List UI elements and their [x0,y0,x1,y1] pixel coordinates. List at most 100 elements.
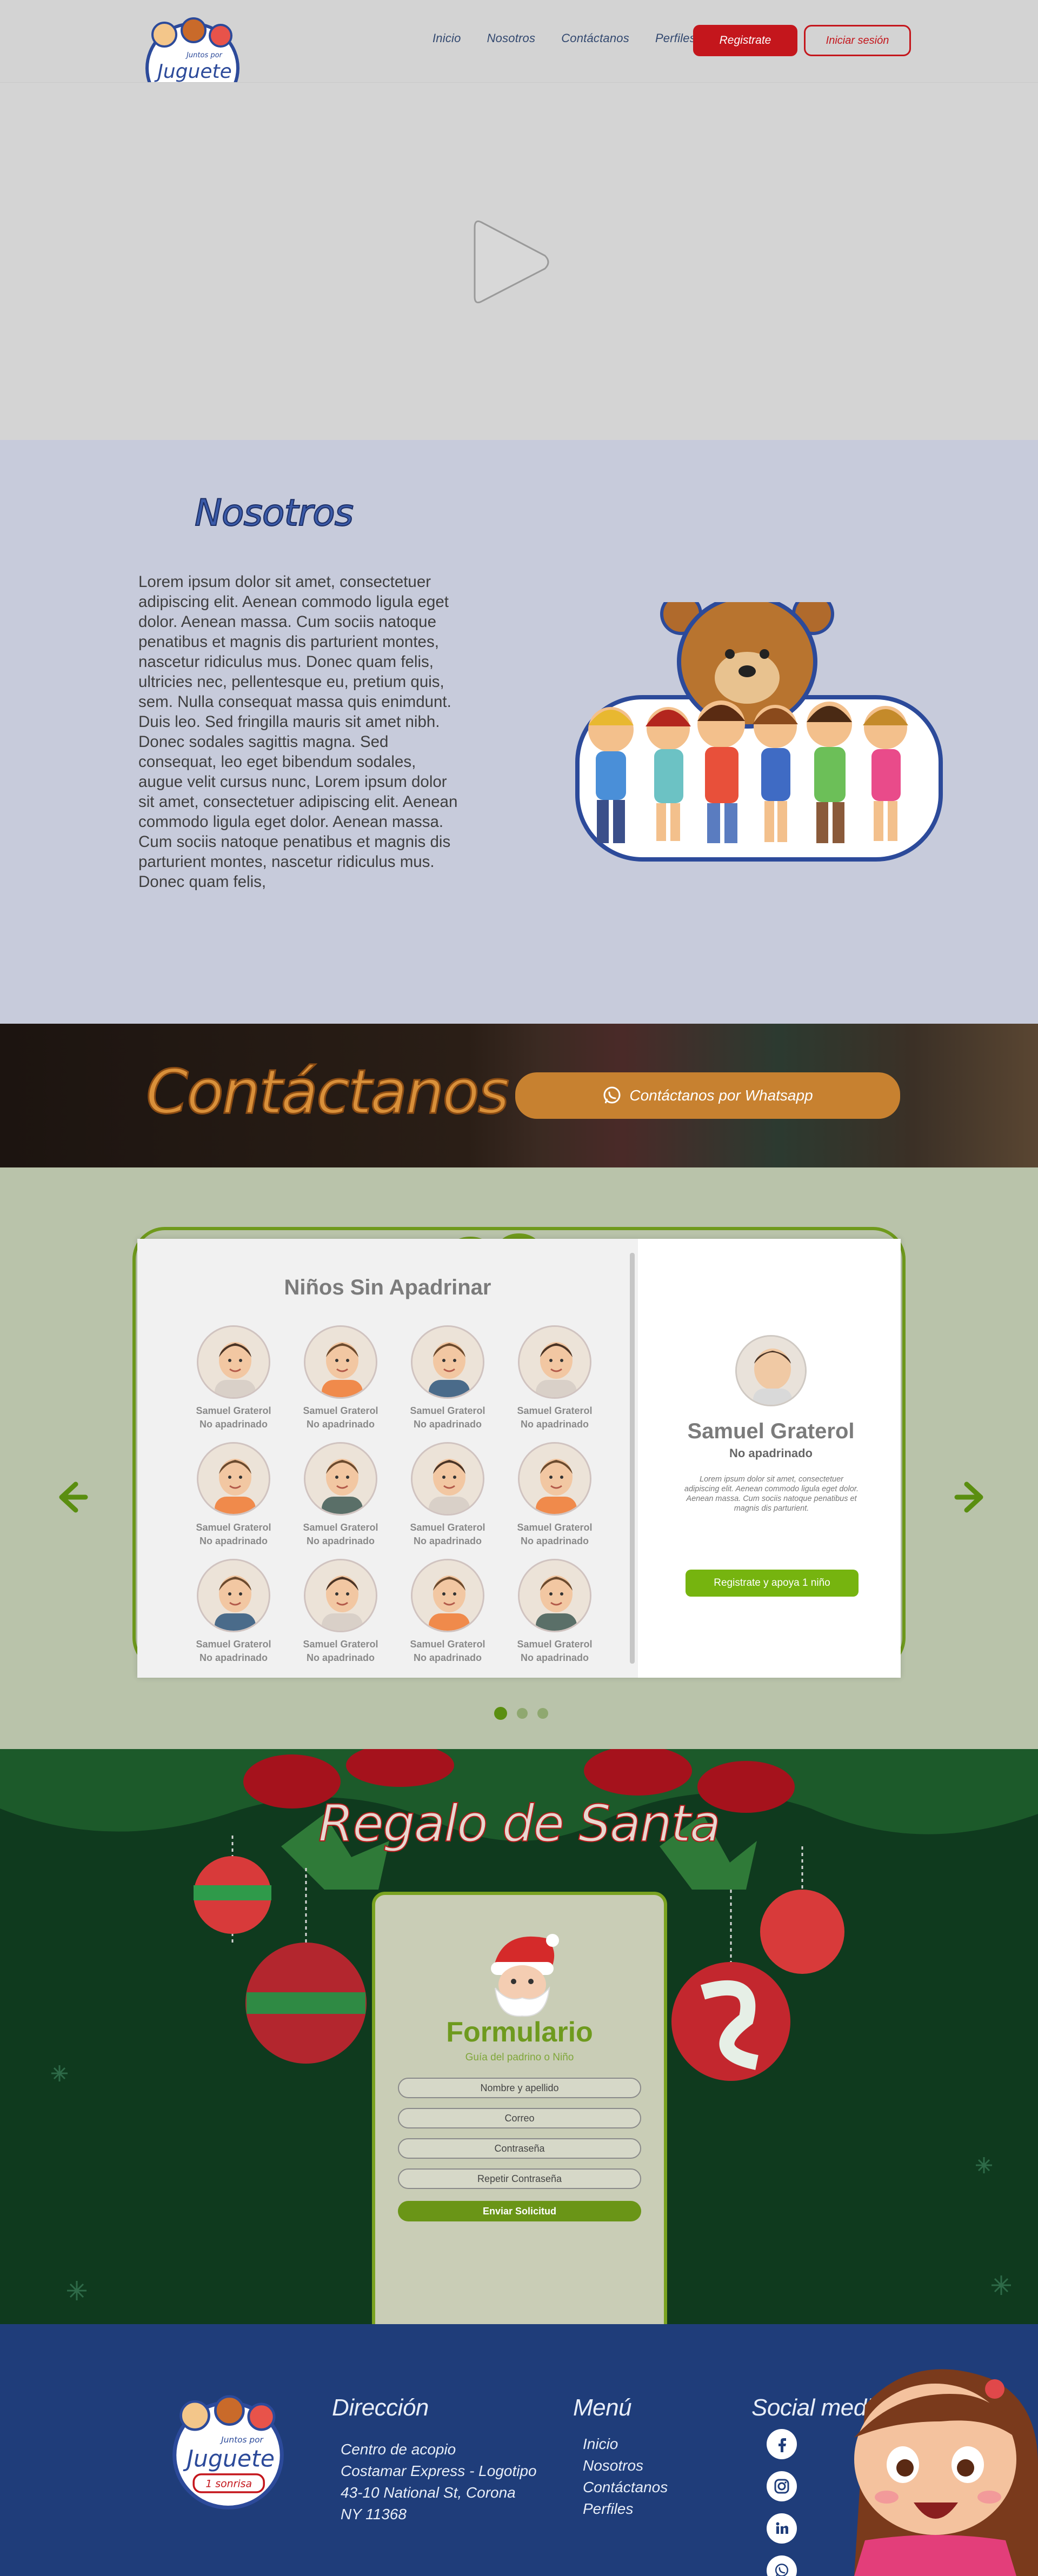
child-profile-card[interactable]: Samuel Graterol No apadrinado [190,1559,277,1664]
sponsor-child-button[interactable]: Registrate y apoya 1 niño [686,1570,859,1597]
footer-logo-line2: Juguete [183,2446,274,2473]
sponsor-form-card: Formulario Guía del padrino o Niño Nombr… [372,1892,667,2324]
carousel-dot[interactable] [537,1708,548,1719]
children-list-title: Niños Sin Apadrinar [284,1276,491,1299]
child-detail-panel: Samuel Graterol No apadrinado Lorem ipsu… [641,1239,901,1678]
child-profile-card[interactable]: Samuel Graterol No apadrinado [511,1559,598,1664]
child-name: Samuel Graterol [303,1522,378,1533]
main-nav: Inicio Nosotros Contáctanos Perfiles [432,31,696,45]
child-name: Samuel Graterol [517,1639,593,1650]
child-profile-card[interactable]: Samuel Graterol No apadrinado [297,1442,384,1547]
child-name: Samuel Graterol [303,1405,378,1416]
child-name: Samuel Graterol [196,1522,271,1533]
address-line: Centro de acopio [341,2441,456,2458]
instagram-icon[interactable] [767,2471,797,2501]
children-card: Niños Sin Apadrinar Samuel Graterol No ap… [137,1239,901,1678]
address-title: Dirección [332,2394,429,2421]
nav-item-inicio[interactable]: Inicio [432,31,461,45]
nav-item-contactanos[interactable]: Contáctanos [561,31,629,45]
repeat-password-field[interactable]: Repetir Contraseña [398,2168,641,2189]
password-field[interactable]: Contraseña [398,2138,641,2159]
login-button[interactable]: Iniciar sesión [804,25,911,56]
child-avatar [411,1442,484,1516]
child-avatar [304,1442,377,1516]
child-name: Samuel Graterol [410,1522,485,1533]
child-avatar [411,1325,484,1399]
child-avatar [518,1442,591,1516]
address-block: Centro de acopio Costamar Express - Logo… [341,2439,537,2525]
child-avatar [197,1325,270,1399]
child-avatar [197,1559,270,1632]
carousel-dots [494,1707,548,1720]
about-title: Nosotros [194,491,354,535]
site-footer: Juntos por Juguete 1 sonrisa Dirección C… [0,2324,1038,2576]
child-profile-card[interactable]: Samuel Graterol No apadrinado [190,1325,277,1430]
child-profile-card[interactable]: Samuel Graterol No apadrinado [297,1559,384,1664]
footer-logo-line1: Juntos por [219,2435,264,2445]
footer-link-nosotros[interactable]: Nosotros [583,2455,668,2477]
child-profile-card[interactable]: Samuel Graterol No apadrinado [511,1325,598,1430]
child-profile-card[interactable]: Samuel Graterol No apadrinado [190,1442,277,1547]
child-status: No apadrinado [199,1652,268,1663]
whatsapp-icon[interactable] [767,2555,797,2576]
social-icons [767,2429,837,2576]
nav-item-nosotros[interactable]: Nosotros [487,31,536,45]
nav-item-perfiles[interactable]: Perfiles [655,31,696,45]
child-avatar [411,1559,484,1632]
footer-logo-line3: 1 sonrisa [205,2478,252,2490]
arrow-right-icon[interactable] [954,1479,990,1516]
whatsapp-button-label: Contáctanos por Whatsapp [629,1087,813,1104]
whatsapp-icon [603,1086,621,1104]
carousel-dot[interactable] [494,1707,507,1720]
email-field[interactable]: Correo [398,2108,641,2128]
footer-menu: Inicio Nosotros Contáctanos Perfiles [583,2433,668,2520]
child-detail-avatar [735,1335,807,1406]
menu-title: Menú [573,2394,632,2421]
child-status: No apadrinado [199,1419,268,1430]
play-icon[interactable] [470,216,553,309]
child-status: No apadrinado [413,1652,482,1663]
list-scrollbar[interactable] [630,1253,635,1664]
submit-request-button[interactable]: Enviar Solicitud [398,2201,641,2221]
address-line: 43-10 National St, Corona [341,2484,516,2501]
contact-banner: Contáctanos Contáctanos por Whatsapp [0,1024,1038,1167]
child-status: No apadrinado [413,1536,482,1546]
carousel-dot[interactable] [517,1708,528,1719]
child-status: No apadrinado [413,1419,482,1430]
address-line: Costamar Express - Logotipo [341,2462,537,2479]
child-profile-card[interactable]: Samuel Graterol No apadrinado [404,1559,491,1664]
footer-link-inicio[interactable]: Inicio [583,2433,668,2455]
facebook-icon[interactable] [767,2429,797,2459]
form-title: Formulario [446,2017,593,2048]
contact-title: Contáctanos [145,1057,510,1129]
child-avatar [197,1442,270,1516]
child-name: Samuel Graterol [517,1522,593,1533]
children-list-panel: Niños Sin Apadrinar Samuel Graterol No ap… [137,1239,638,1678]
footer-link-contactanos[interactable]: Contáctanos [583,2477,668,2498]
full-name-field[interactable]: Nombre y apellido [398,2078,641,2098]
child-avatar [304,1559,377,1632]
video-area[interactable] [0,82,1038,440]
santa-gift-section: Regalo de Santa Formulario Guía del padr… [0,1749,1038,2324]
child-profile-card[interactable]: Samuel Graterol No apadrinado [404,1442,491,1547]
child-profile-card[interactable]: Samuel Graterol No apadrinado [404,1325,491,1430]
santa-title: Regalo de Santa [318,1794,722,1854]
child-status: No apadrinado [306,1419,375,1430]
address-line: NY 11368 [341,2506,407,2522]
child-profile-card[interactable]: Samuel Graterol No apadrinado [297,1325,384,1430]
child-name: Samuel Graterol [303,1639,378,1650]
arrow-left-icon[interactable] [52,1479,89,1516]
child-profile-card[interactable]: Samuel Graterol No apadrinado [511,1442,598,1547]
child-detail-description: Lorem ipsum dolor sit amet, consectetuer… [684,1475,859,1513]
logo-text-line1: Juntos por [185,51,223,59]
footer-link-perfiles[interactable]: Perfiles [583,2498,668,2520]
child-name: Samuel Graterol [410,1639,485,1650]
linkedin-icon[interactable] [767,2513,797,2544]
whatsapp-contact-button[interactable]: Contáctanos por Whatsapp [515,1072,900,1119]
child-name: Samuel Graterol [517,1405,593,1416]
footer-logo[interactable]: Juntos por Juguete 1 sonrisa [172,2388,284,2512]
register-button[interactable]: Registrate [693,25,797,56]
logo-text-line2: Juguete [154,61,232,83]
child-avatar [304,1325,377,1399]
girl-illustration [854,2369,1038,2576]
